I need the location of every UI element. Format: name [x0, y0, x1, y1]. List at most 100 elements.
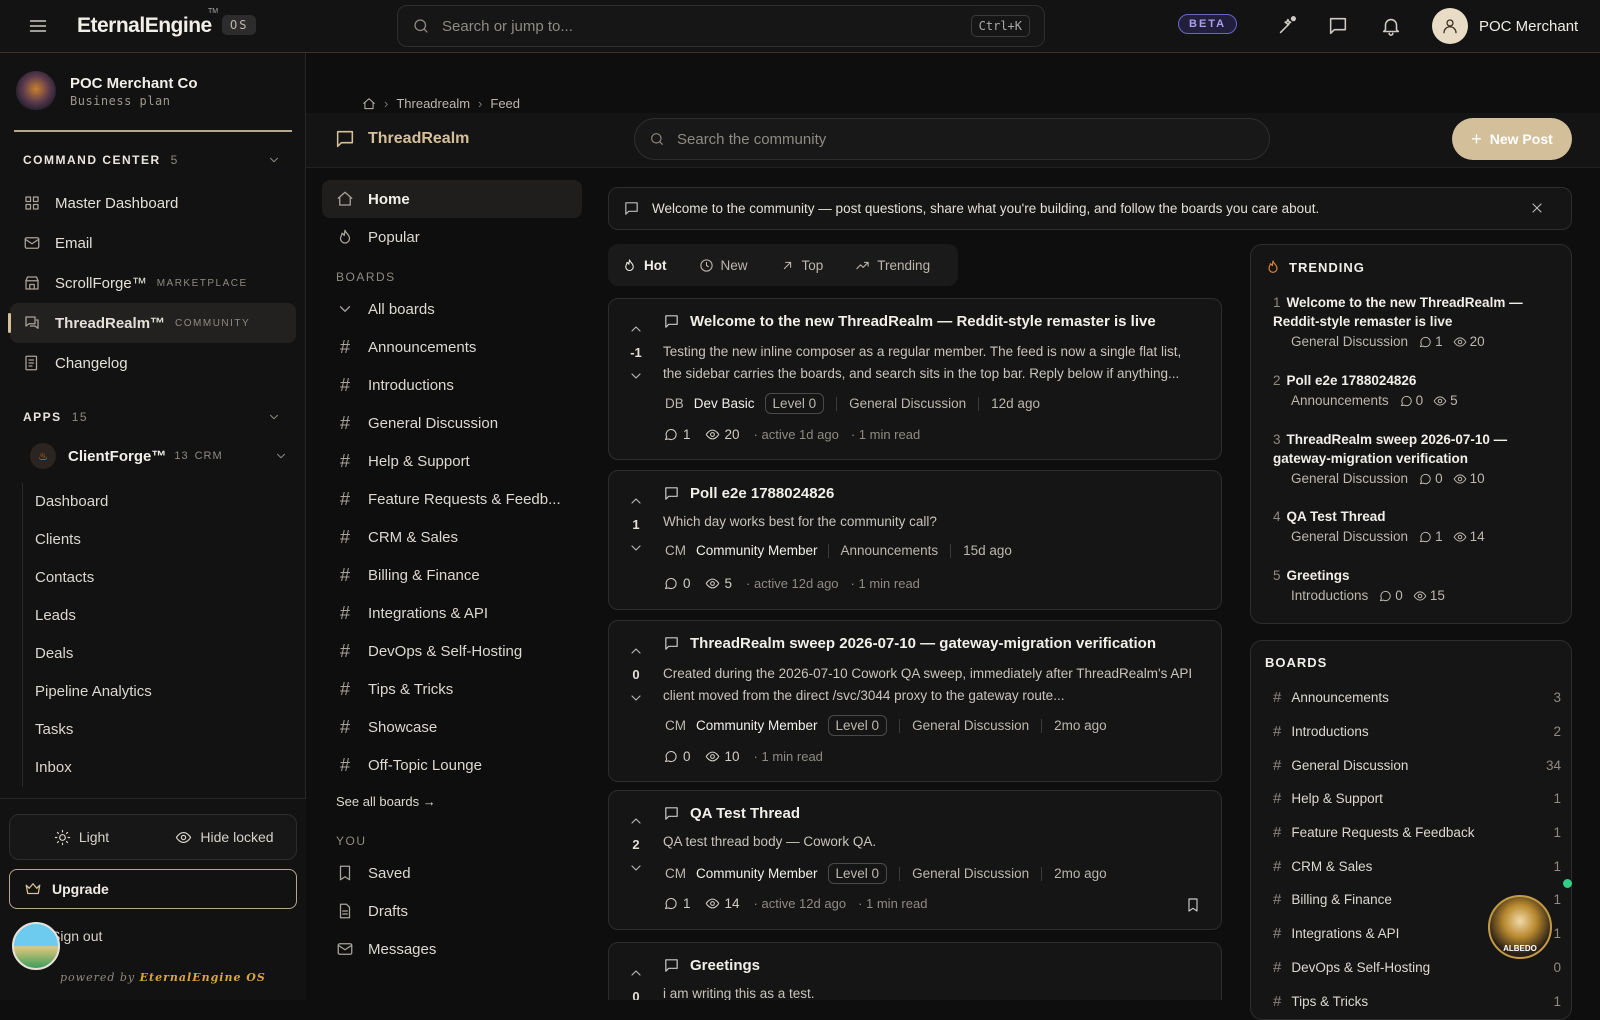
- post-board[interactable]: General Discussion: [912, 718, 1029, 733]
- threadrealm-title[interactable]: ThreadRealm: [334, 128, 469, 150]
- chat-icon[interactable]: [1327, 15, 1349, 37]
- upvote-icon[interactable]: [625, 813, 647, 829]
- global-search[interactable]: Ctrl+K: [397, 5, 1045, 47]
- board-row[interactable]: # Introductions 2: [1261, 715, 1561, 749]
- board-row[interactable]: # CRM & Sales 1: [1261, 849, 1561, 883]
- app-clientforge[interactable]: ♨ ClientForge™ 13 CRM: [30, 443, 288, 469]
- board-nav-item[interactable]: # Showcase: [322, 708, 582, 746]
- board-nav-home[interactable]: Home: [322, 180, 582, 218]
- board-nav-item[interactable]: # Tips & Tricks: [322, 670, 582, 708]
- downvote-icon[interactable]: [625, 860, 647, 876]
- upvote-icon[interactable]: [625, 643, 647, 659]
- nav-changelog[interactable]: Changelog: [10, 343, 296, 383]
- post-card[interactable]: 1 Poll e2e 1788024826 Which day works be…: [608, 470, 1222, 610]
- author-name[interactable]: Dev Basic: [694, 396, 755, 411]
- downvote-icon[interactable]: [625, 368, 647, 384]
- board-nav-item[interactable]: # Help & Support: [322, 442, 582, 480]
- see-all-boards-link[interactable]: See all boards →: [322, 784, 582, 820]
- post-title[interactable]: Poll e2e 1788024826: [663, 485, 1203, 502]
- board-nav-messages[interactable]: Messages: [322, 930, 582, 968]
- subnav-contacts[interactable]: Contacts: [23, 559, 292, 597]
- downvote-icon[interactable]: [625, 690, 647, 706]
- breadcrumb-threadrealm[interactable]: Threadrealm: [396, 96, 470, 111]
- board-nav-item[interactable]: # Off-Topic Lounge: [322, 746, 582, 784]
- community-search[interactable]: [634, 118, 1270, 160]
- board-row[interactable]: # General Discussion 34: [1261, 748, 1561, 782]
- apps-header[interactable]: APPS 15: [23, 410, 281, 424]
- upvote-icon[interactable]: [625, 493, 647, 509]
- trending-item[interactable]: 5 Greetings Introductions 0 15: [1273, 566, 1563, 603]
- post-card[interactable]: 0 ThreadRealm sweep 2026-07-10 — gateway…: [608, 620, 1222, 782]
- app-logo[interactable]: EternalEngine: [77, 14, 212, 38]
- light-button[interactable]: Light: [10, 829, 153, 846]
- community-search-input[interactable]: [677, 130, 1237, 148]
- board-nav-all-boards[interactable]: All boards: [322, 290, 582, 328]
- trending-item[interactable]: 2 Poll e2e 1788024826 Announcements 0 5: [1273, 371, 1563, 408]
- board-nav-item[interactable]: # Integrations & API: [322, 594, 582, 632]
- tab-new[interactable]: New: [693, 258, 754, 273]
- subnav-inbox[interactable]: Inbox: [23, 749, 292, 787]
- beach-avatar-button[interactable]: [12, 922, 60, 970]
- board-row[interactable]: # Announcements 3: [1261, 681, 1561, 715]
- user-menu[interactable]: POC Merchant: [1432, 8, 1578, 44]
- bell-icon[interactable]: [1380, 15, 1402, 37]
- subnav-leads[interactable]: Leads: [23, 597, 292, 635]
- subnav-tasks[interactable]: Tasks: [23, 711, 292, 749]
- board-nav-popular[interactable]: Popular: [322, 218, 582, 256]
- command-center-header[interactable]: COMMAND CENTER 5: [23, 153, 281, 167]
- subnav-deals[interactable]: Deals: [23, 635, 292, 673]
- org-switcher[interactable]: POC Merchant Co Business plan: [16, 71, 198, 111]
- tab-hot[interactable]: Hot: [616, 258, 673, 273]
- menu-icon[interactable]: [28, 16, 48, 36]
- hide-locked-button[interactable]: Hide locked: [153, 829, 296, 846]
- post-title[interactable]: ThreadRealm sweep 2026-07-10 — gateway-m…: [663, 635, 1203, 652]
- board-nav-saved[interactable]: Saved: [322, 854, 582, 892]
- post-board[interactable]: General Discussion: [849, 396, 966, 411]
- nav-threadrealm[interactable]: ThreadRealm™ COMMUNITY: [8, 303, 296, 343]
- nav-master-dashboard[interactable]: Master Dashboard: [10, 183, 296, 223]
- board-nav-item[interactable]: # Feature Requests & Feedb...: [322, 480, 582, 518]
- assistant-avatar-button[interactable]: ALBEDO: [1488, 895, 1552, 959]
- subnav-clients[interactable]: Clients: [23, 521, 292, 559]
- board-nav-item[interactable]: # Introductions: [322, 366, 582, 404]
- close-icon[interactable]: [1529, 200, 1557, 216]
- board-nav-item[interactable]: # CRM & Sales: [322, 518, 582, 556]
- subnav-pipeline-analytics[interactable]: Pipeline Analytics: [23, 673, 292, 711]
- board-nav-item[interactable]: # General Discussion: [322, 404, 582, 442]
- trending-item[interactable]: 1 Welcome to the new ThreadRealm — Reddit…: [1273, 293, 1563, 349]
- author-name[interactable]: Community Member: [696, 866, 818, 881]
- board-row[interactable]: # Help & Support 1: [1261, 782, 1561, 816]
- subnav-dashboard[interactable]: Dashboard: [23, 483, 292, 521]
- post-card[interactable]: 2 QA Test Thread QA test thread body — C…: [608, 790, 1222, 930]
- global-search-input[interactable]: [442, 17, 922, 35]
- post-card[interactable]: -1 Welcome to the new ThreadRealm — Redd…: [608, 298, 1222, 460]
- sparkle-icon[interactable]: [1276, 15, 1298, 37]
- upgrade-button[interactable]: Upgrade: [9, 869, 297, 909]
- post-title[interactable]: Welcome to the new ThreadRealm — Reddit-…: [663, 313, 1203, 330]
- post-title[interactable]: Greetings: [663, 957, 1203, 974]
- trending-item[interactable]: 4 QA Test Thread General Discussion 1 14: [1273, 507, 1563, 544]
- post-board[interactable]: General Discussion: [912, 866, 1029, 881]
- downvote-icon[interactable]: [625, 540, 647, 556]
- board-nav-item[interactable]: # Announcements: [322, 328, 582, 366]
- trending-item[interactable]: 3 ThreadRealm sweep 2026-07-10 — gateway-…: [1273, 430, 1563, 486]
- upvote-icon[interactable]: [625, 321, 647, 337]
- board-row[interactable]: # Tips & Tricks 1: [1261, 984, 1561, 1018]
- bookmark-icon[interactable]: [1185, 897, 1201, 913]
- home-icon[interactable]: [362, 97, 376, 111]
- nav-scrollforge[interactable]: ScrollForge™ MARKETPLACE: [10, 263, 296, 303]
- author-name[interactable]: Community Member: [696, 718, 818, 733]
- board-nav-item[interactable]: # DevOps & Self-Hosting: [322, 632, 582, 670]
- board-nav-drafts[interactable]: Drafts: [322, 892, 582, 930]
- tab-trending[interactable]: Trending: [849, 258, 936, 273]
- author-name[interactable]: Community Member: [696, 543, 818, 558]
- post-title[interactable]: QA Test Thread: [663, 805, 1203, 822]
- post-board[interactable]: Announcements: [841, 543, 939, 558]
- new-post-button[interactable]: + New Post: [1452, 118, 1572, 160]
- upvote-icon[interactable]: [625, 965, 647, 981]
- post-card[interactable]: 0 Greetings i am writing this as a test.: [608, 942, 1222, 1000]
- nav-email[interactable]: Email: [10, 223, 296, 263]
- board-nav-item[interactable]: # Billing & Finance: [322, 556, 582, 594]
- tab-top[interactable]: Top: [774, 258, 830, 273]
- board-row[interactable]: # Feature Requests & Feedback 1: [1261, 816, 1561, 850]
